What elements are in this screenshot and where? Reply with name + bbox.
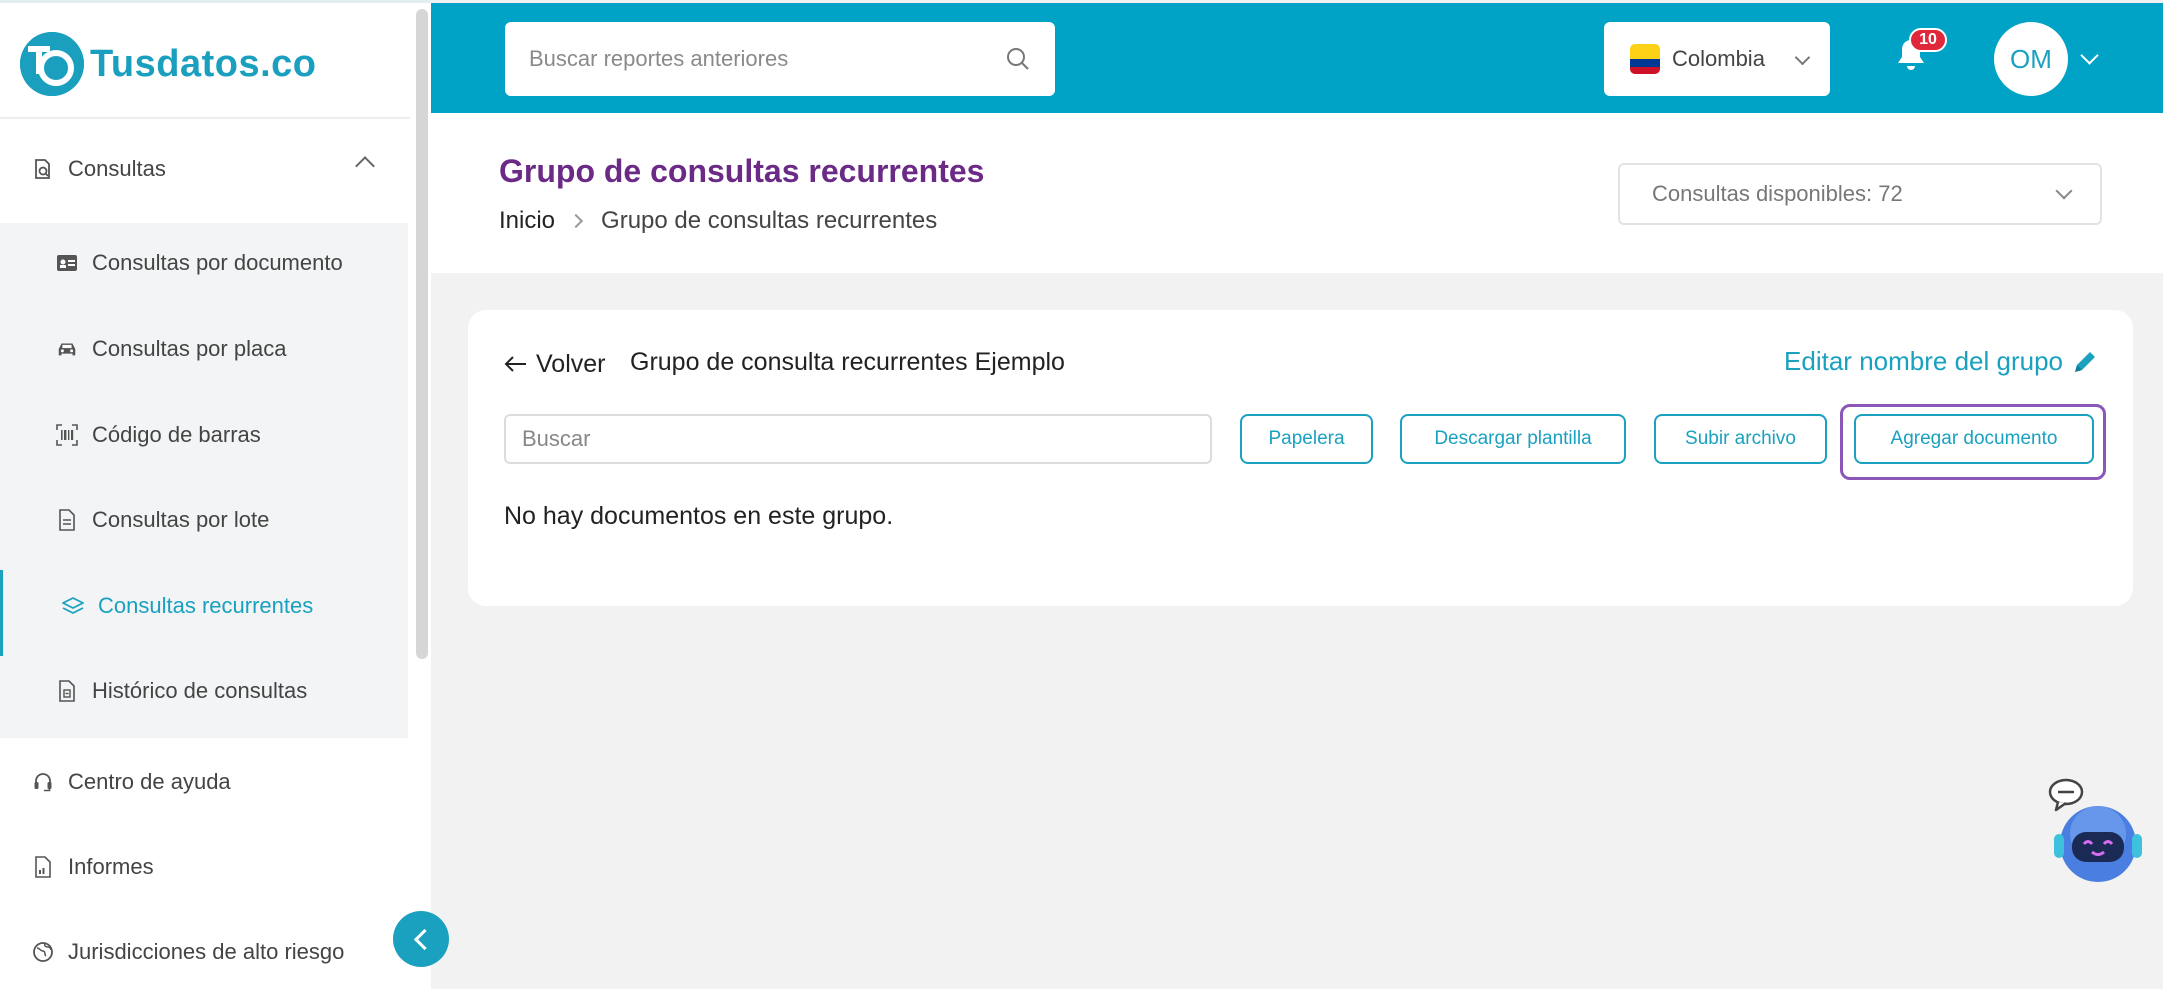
group-card: Volver Grupo de consulta recurrentes Eje…: [468, 310, 2133, 606]
logo-mark-icon: [20, 32, 84, 96]
id-card-icon: [56, 252, 78, 274]
headset-icon: [32, 771, 54, 793]
back-button[interactable]: Volver: [504, 348, 605, 380]
sidebar-item-consultas-por-documento[interactable]: Consultas por documento: [0, 227, 408, 299]
chevron-down-icon: [1794, 49, 1811, 66]
menu-item-label: Consultas: [68, 156, 166, 181]
colombia-flag-icon: [1630, 44, 1660, 74]
notification-badge: 10: [1909, 28, 1947, 52]
sidebar-item-label: Consultas por documento: [92, 250, 343, 275]
edit-group-name-label: Editar nombre del grupo: [1784, 346, 2063, 376]
sidebar-item-consultas-por-placa[interactable]: Consultas por placa: [0, 313, 408, 385]
sidebar-item-jurisdicciones[interactable]: Jurisdicciones de alto riesgo: [0, 917, 408, 987]
sidebar-item-label: Informes: [68, 854, 154, 879]
breadcrumb-current: Grupo de consultas recurrentes: [601, 207, 938, 234]
trash-button[interactable]: Papelera: [1240, 414, 1373, 464]
sidebar-item-label: Código de barras: [92, 422, 261, 447]
submenu-consultas: Consultas por documento Consultas por pl…: [0, 223, 408, 738]
brand-logo[interactable]: Tusdatos.co: [20, 31, 317, 97]
breadcrumb: Inicio Grupo de consultas recurrentes: [499, 207, 937, 235]
chevron-up-icon[interactable]: [355, 156, 375, 176]
arrow-left-icon: [504, 348, 528, 380]
sidebar-item-label: Consultas por lote: [92, 507, 270, 532]
sidebar-item-label: Consultas recurrentes: [98, 593, 314, 618]
sidebar-item-informes[interactable]: Informes: [0, 832, 408, 902]
country-name: Colombia: [1672, 46, 1765, 71]
available-queries-label: Consultas disponibles: 72: [1652, 181, 1903, 206]
top-bar: Buscar reportes anteriores Colombia 10 O…: [431, 3, 2163, 113]
report-icon: [32, 856, 54, 878]
chevron-down-icon: [2055, 182, 2073, 200]
document-search-placeholder: Buscar: [522, 426, 591, 451]
page-header: Grupo de consultas recurrentes Inicio Gr…: [431, 113, 2163, 273]
file-icon: [56, 509, 78, 531]
pencil-icon: [2075, 351, 2095, 372]
chevron-right-icon: [568, 213, 584, 229]
edit-group-name-link[interactable]: Editar nombre del grupo: [1784, 346, 2099, 377]
user-avatar[interactable]: OM: [1994, 22, 2068, 96]
sidebar-item-consultas-recurrentes[interactable]: Consultas recurrentes: [0, 570, 408, 656]
sidebar: Tusdatos.co Consultas Consultas por docu…: [0, 0, 431, 989]
sidebar-item-codigo-de-barras[interactable]: Código de barras: [0, 399, 408, 471]
sidebar-item-label: Jurisdicciones de alto riesgo: [68, 939, 345, 964]
layers-icon: [62, 595, 84, 617]
sidebar-item-historico-de-consultas[interactable]: Histórico de consultas: [0, 655, 408, 727]
page-title: Grupo de consultas recurrentes: [499, 153, 985, 189]
car-icon: [56, 338, 78, 360]
sidebar-item-label: Centro de ayuda: [68, 769, 231, 794]
breadcrumb-home-link[interactable]: Inicio: [499, 207, 555, 235]
search-document-icon: [32, 158, 54, 180]
brand-name: Tusdatos.co: [90, 42, 317, 85]
file-history-icon: [56, 680, 78, 702]
search-icon[interactable]: [1005, 46, 1031, 78]
chatbot-icon[interactable]: [2048, 774, 2148, 884]
collapse-sidebar-button[interactable]: [393, 911, 449, 967]
document-search-input[interactable]: Buscar: [504, 414, 1212, 464]
download-template-button[interactable]: Descargar plantilla: [1400, 414, 1626, 464]
divider: [0, 117, 410, 119]
sidebar-scrollbar[interactable]: [416, 9, 428, 659]
globe-icon: [32, 941, 54, 963]
available-queries-dropdown[interactable]: Consultas disponibles: 72: [1618, 163, 2102, 225]
chevron-down-icon[interactable]: [2080, 46, 2099, 65]
menu-consultas: Consultas: [0, 133, 408, 205]
group-name: Grupo de consulta recurrentes Ejemplo: [630, 348, 1065, 376]
sidebar-item-centro-de-ayuda[interactable]: Centro de ayuda: [0, 747, 408, 817]
empty-state-message: No hay documentos en este grupo.: [504, 502, 894, 530]
upload-file-button[interactable]: Subir archivo: [1654, 414, 1827, 464]
menu-item-consultas[interactable]: Consultas: [0, 133, 408, 205]
barcode-icon: [56, 424, 78, 446]
back-label: Volver: [536, 349, 606, 378]
sidebar-item-label: Histórico de consultas: [92, 678, 308, 703]
search-placeholder: Buscar reportes anteriores: [529, 46, 789, 71]
sidebar-item-label: Consultas por placa: [92, 336, 287, 361]
add-document-button[interactable]: Agregar documento: [1854, 414, 2094, 464]
country-selector[interactable]: Colombia: [1604, 22, 1830, 96]
report-search-input[interactable]: Buscar reportes anteriores: [505, 22, 1055, 96]
sidebar-item-consultas-por-lote[interactable]: Consultas por lote: [0, 484, 408, 556]
